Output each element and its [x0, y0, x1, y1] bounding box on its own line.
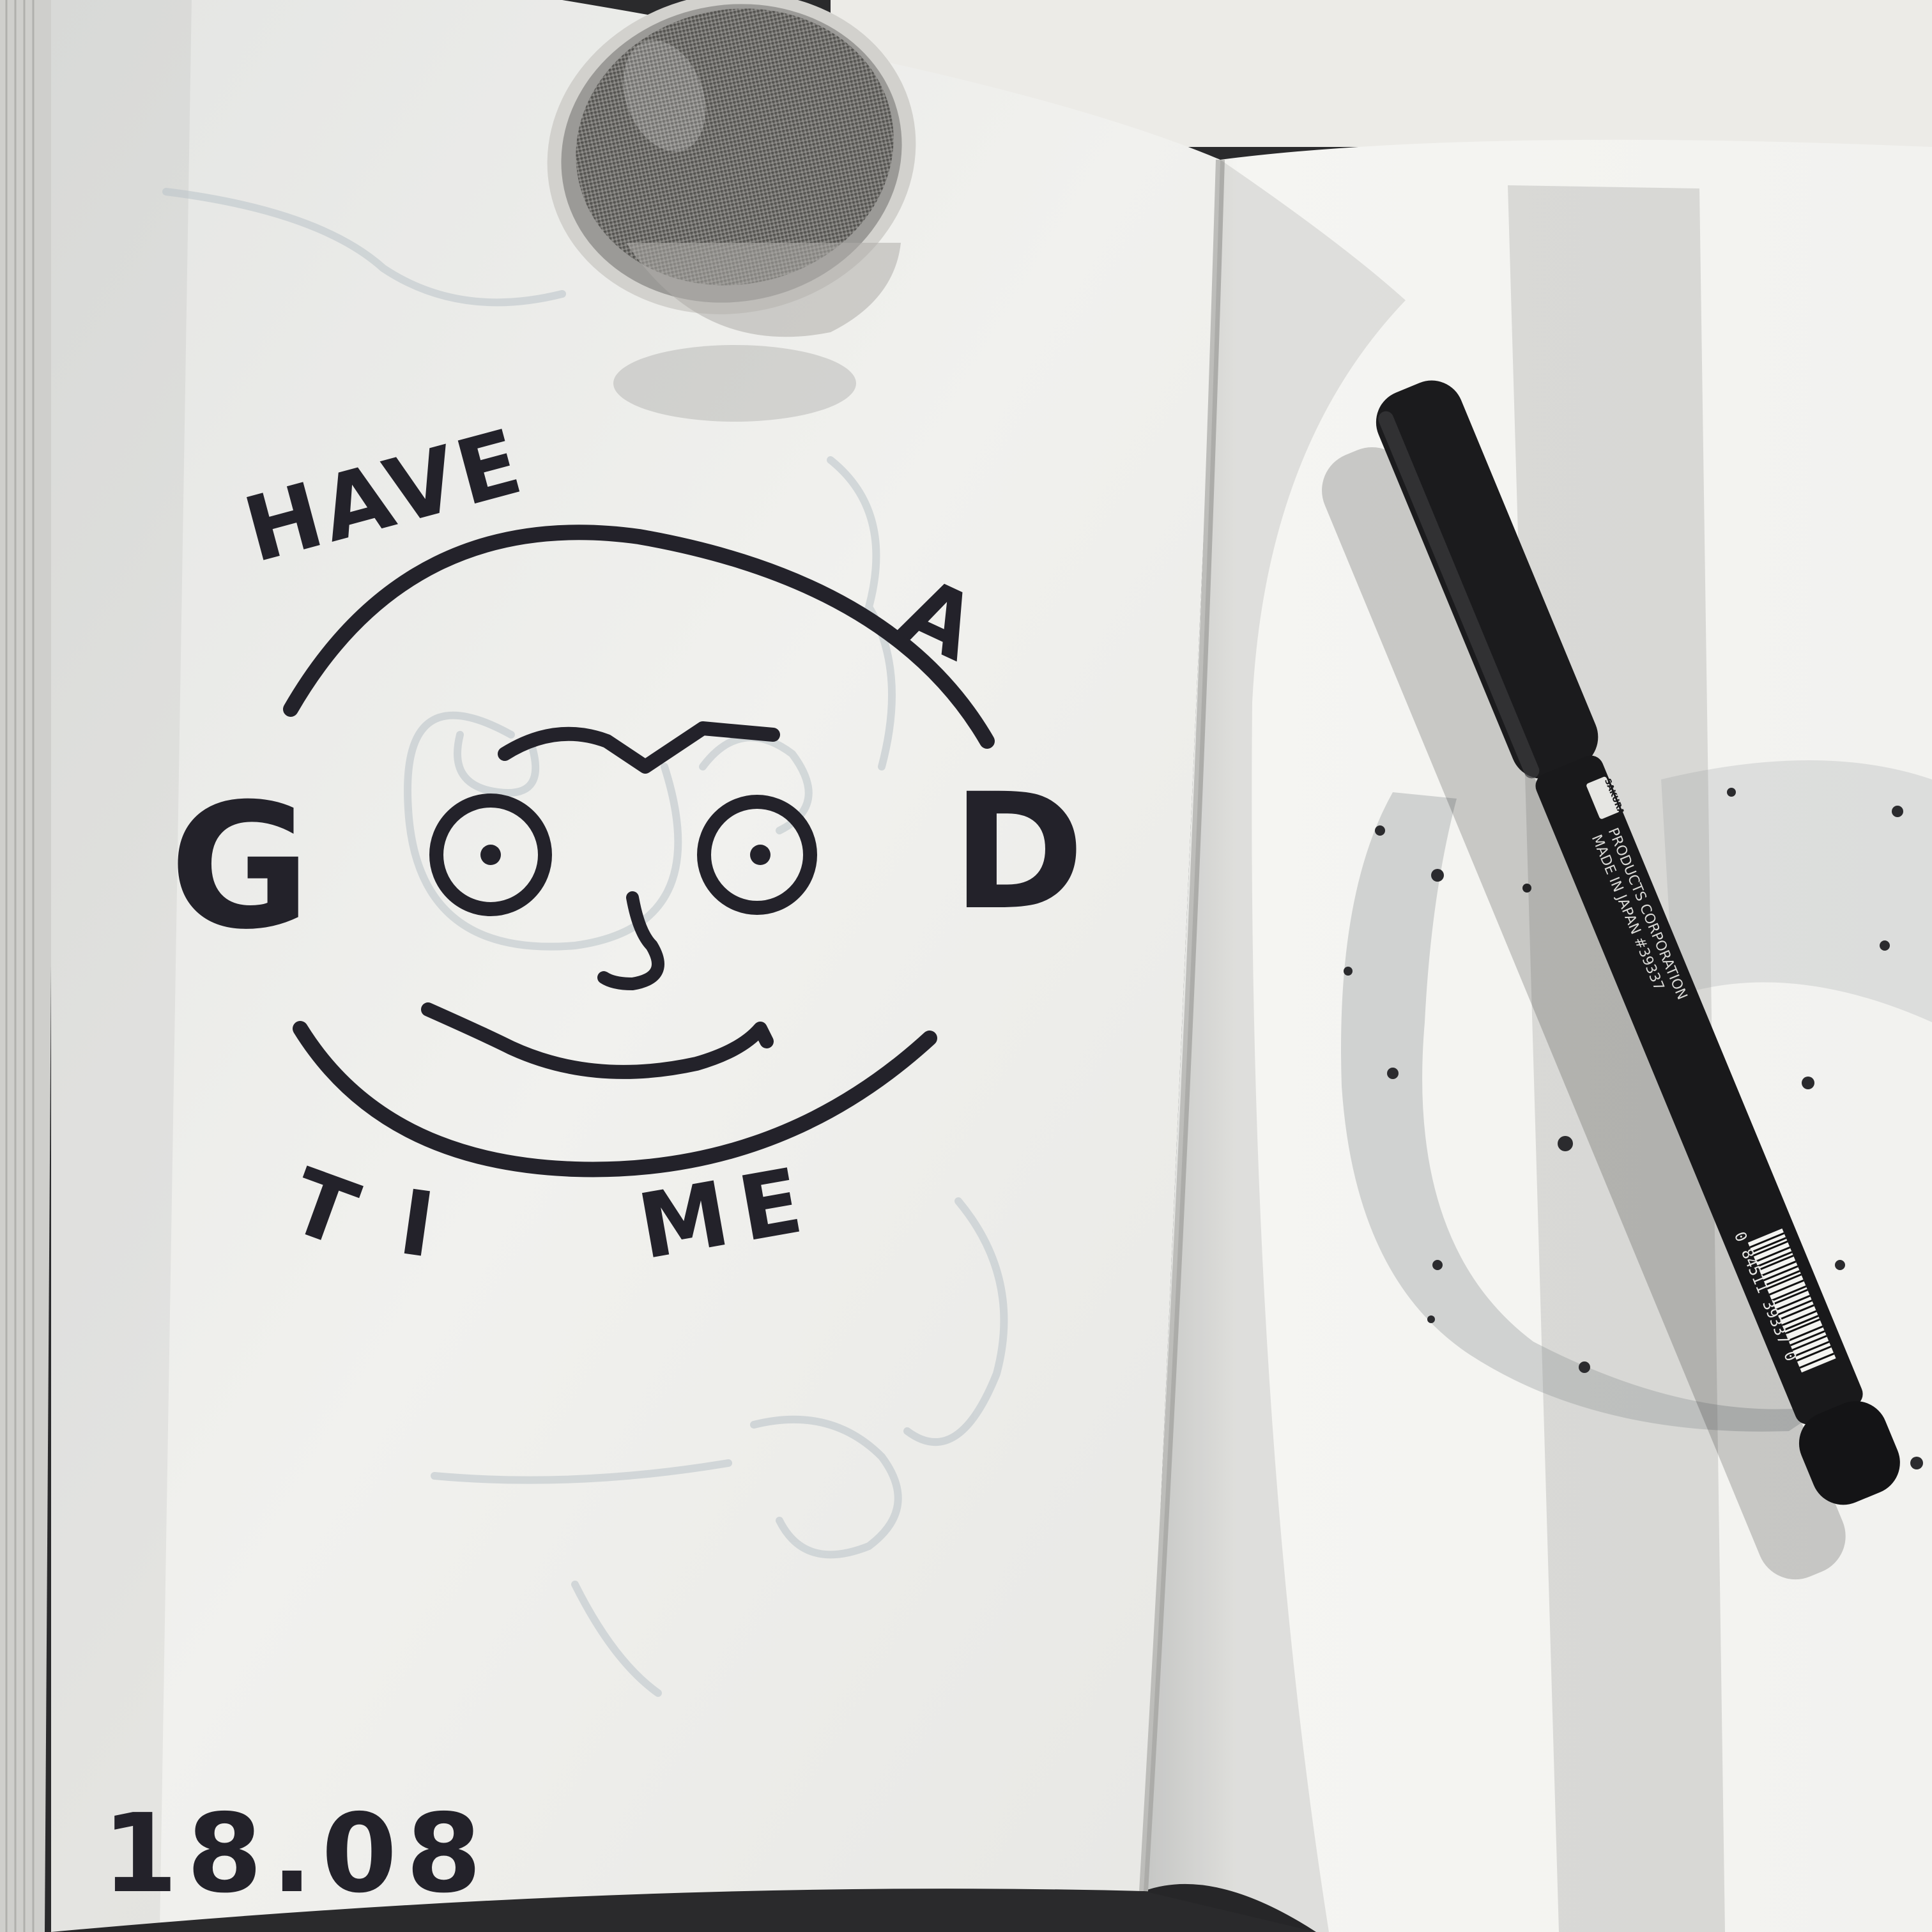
letter-d: D [952, 759, 1085, 945]
letter-g: G [169, 766, 311, 967]
date-label: 18.08 [102, 1791, 491, 1917]
photo-scene: HAVE A G D T I ME 18.08 0 84511 39337 0 … [0, 0, 1932, 1932]
